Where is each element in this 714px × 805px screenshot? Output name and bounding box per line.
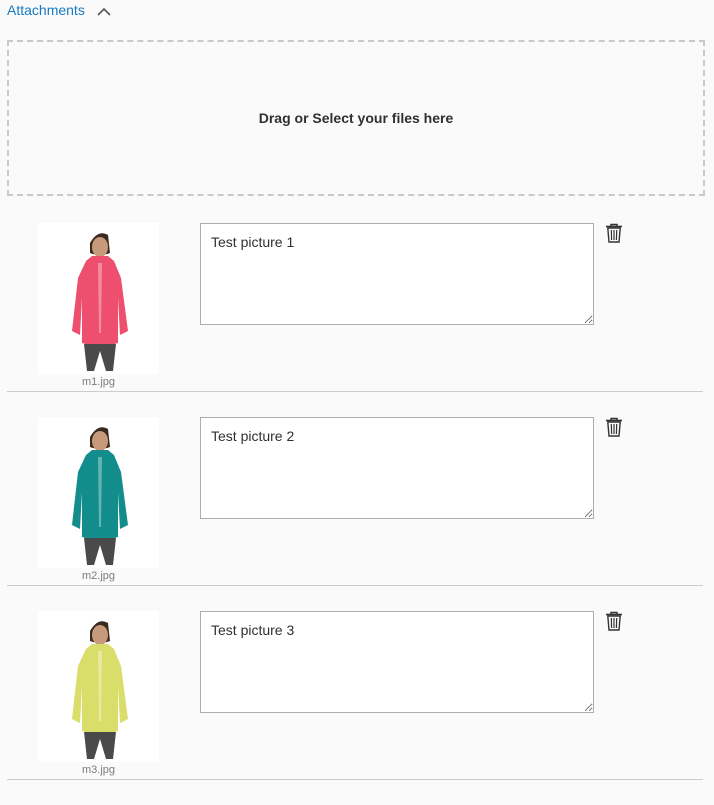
attachments-section-header[interactable]: Attachments xyxy=(7,0,111,20)
attachment-filename: m3.jpg xyxy=(38,764,159,776)
chevron-up-icon[interactable] xyxy=(97,3,111,21)
file-dropzone[interactable]: Drag or Select your files here xyxy=(7,40,705,196)
attachment-thumbnail xyxy=(38,223,159,374)
attachment-description-input[interactable]: Test picture 2 xyxy=(200,417,594,519)
attachment-filename: m1.jpg xyxy=(38,376,159,388)
attachment-row: m3.jpg Test picture 3 xyxy=(0,611,714,805)
row-divider xyxy=(7,585,703,586)
attachment-row: m1.jpg Test picture 1 xyxy=(0,223,714,417)
dropzone-label: Drag or Select your files here xyxy=(259,110,454,126)
trash-icon[interactable] xyxy=(604,417,624,437)
attachment-row: m2.jpg Test picture 2 xyxy=(0,417,714,611)
attachments-list: m1.jpg Test picture 1 m2 xyxy=(0,223,714,805)
delete-attachment-button[interactable] xyxy=(604,611,624,636)
attachment-filename: m2.jpg xyxy=(38,570,159,582)
trash-icon[interactable] xyxy=(604,223,624,243)
attachment-thumbnail xyxy=(38,611,159,762)
trash-icon[interactable] xyxy=(604,611,624,631)
attachment-thumbnail xyxy=(38,417,159,568)
delete-attachment-button[interactable] xyxy=(604,417,624,442)
attachment-description-input[interactable]: Test picture 1 xyxy=(200,223,594,325)
row-divider xyxy=(7,779,703,780)
attachments-title[interactable]: Attachments xyxy=(7,2,85,18)
delete-attachment-button[interactable] xyxy=(604,223,624,248)
attachment-description-input[interactable]: Test picture 3 xyxy=(200,611,594,713)
row-divider xyxy=(7,391,703,392)
